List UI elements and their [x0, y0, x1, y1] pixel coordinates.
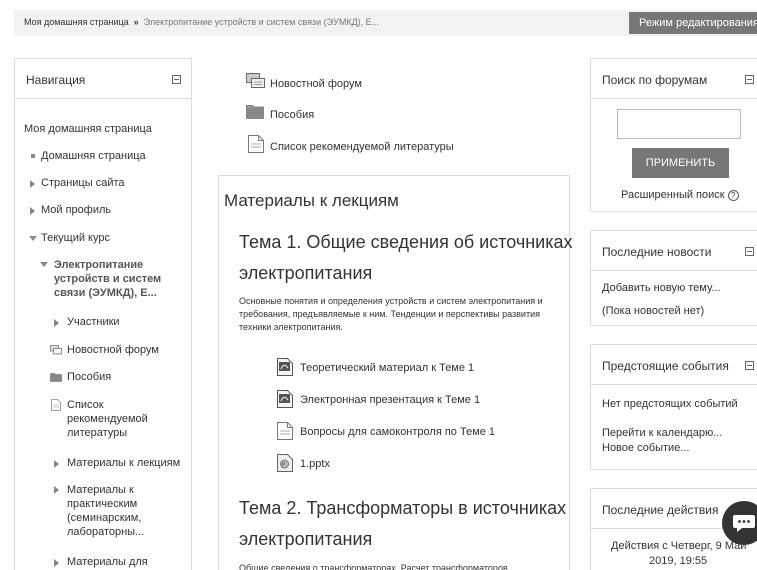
topic1-title-cont: электропитания — [239, 263, 373, 283]
add-news-topic-link[interactable]: Добавить новую тему... — [602, 282, 721, 294]
go-to-calendar-link[interactable]: Перейти к календарю... — [602, 427, 722, 439]
nav-course-name[interactable]: Электропитание устройств и систем связи … — [54, 258, 184, 300]
navigation-block: Навигация Моя домашняя страница Домашняя… — [14, 58, 192, 570]
collapse-icon[interactable] — [745, 361, 754, 370]
bullet-icon — [31, 154, 35, 158]
activity-since-text: Действия с Четверг, 9 Май — [611, 540, 747, 552]
latest-news-title: Последние новости — [602, 245, 712, 259]
svg-text:P: P — [282, 462, 285, 468]
folder-icon — [50, 373, 62, 382]
expand-icon[interactable] — [30, 207, 35, 215]
upcoming-events-title: Предстоящие события — [602, 359, 729, 373]
lecture-materials-section: Материалы к лекциям Тема 1. Общие сведен… — [218, 175, 573, 570]
pptx-icon: P — [277, 454, 293, 472]
navigation-title: Навигация — [26, 73, 86, 87]
nav-participants[interactable]: Участники — [67, 316, 120, 328]
topic2-title: Тема 2. Трансформаторы в источниках — [239, 498, 567, 518]
no-news-text: (Пока новостей нет) — [602, 305, 705, 317]
link-reading-list[interactable]: Список рекомендуемой литературы — [270, 141, 454, 153]
recent-activity-title: Последние действия — [602, 503, 719, 517]
breadcrumb: Моя домашняя страница » Электропитание уст… — [24, 17, 379, 27]
resource-pptx[interactable]: 1.pptx — [300, 458, 330, 470]
forum-search-block: Поиск по форумам ПРИМЕНИТЬ Расширенный п… — [590, 58, 757, 212]
expand-icon[interactable] — [30, 180, 35, 188]
nav-news-forum[interactable]: Новостной форум — [67, 344, 159, 356]
nav-my-home[interactable]: Моя домашняя страница — [24, 123, 152, 135]
upcoming-events-block: Предстоящие события Нет предстоящих собы… — [590, 344, 757, 470]
latest-news-header: Последние новости — [591, 231, 757, 271]
nav-my-profile[interactable]: Мой профиль — [41, 204, 111, 216]
pdf-icon — [277, 358, 293, 376]
collapse-icon[interactable] — [745, 247, 754, 256]
expand-icon[interactable] — [54, 319, 59, 327]
nav-current-course[interactable]: Текущий курс — [41, 232, 110, 244]
collapse-tree-icon[interactable] — [29, 236, 37, 241]
edit-mode-button[interactable]: Режим редактирования — [629, 12, 757, 34]
expand-icon[interactable] — [54, 486, 59, 494]
activity-since-date: 2019, 19:55 — [649, 555, 708, 567]
collapse-tree-icon[interactable] — [40, 262, 48, 267]
apply-button[interactable]: ПРИМЕНИТЬ — [632, 148, 729, 178]
top-bar: Моя домашняя страница » Электропитание уст… — [14, 10, 757, 36]
topic2-title-cont: электропитания — [239, 529, 373, 549]
topic2-description: Общие сведения о трансформаторах. Расчет… — [239, 563, 508, 570]
topic1-description: Основные понятия и определения устройств… — [239, 296, 543, 332]
upcoming-events-header: Предстоящие события — [591, 345, 757, 385]
collapse-icon[interactable] — [745, 75, 754, 84]
breadcrumb-separator: » — [133, 17, 139, 27]
advanced-search-link[interactable]: Расширенный поиск? — [621, 189, 739, 201]
page-icon — [51, 399, 61, 411]
new-event-link[interactable]: Новое событие... — [602, 442, 690, 454]
collapse-icon[interactable] — [172, 75, 181, 84]
nav-home-page[interactable]: Домашняя страница — [41, 150, 146, 162]
navigation-header: Навигация — [15, 59, 191, 99]
latest-news-block: Последние новости Добавить новую тему...… — [590, 230, 757, 326]
page-icon — [277, 422, 293, 440]
section-title: Материалы к лекциям — [224, 191, 399, 210]
expand-icon[interactable] — [54, 559, 59, 567]
no-events-text: Нет предстоящих событий — [602, 398, 738, 410]
link-news-forum[interactable]: Новостной форум — [270, 78, 362, 90]
nav-materials-for[interactable]: Материалы для — [67, 556, 148, 568]
forum-icon — [50, 345, 62, 355]
nav-lecture-materials[interactable]: Материалы к лекциям — [67, 457, 180, 469]
pdf-icon — [277, 390, 293, 408]
resource-theory[interactable]: Теоретический материал к Теме 1 — [300, 362, 474, 374]
forum-search-input[interactable] — [617, 109, 741, 139]
nav-site-pages[interactable]: Страницы сайта — [41, 177, 125, 189]
nav-reading-list[interactable]: Список рекомендуемой литературы — [67, 398, 185, 440]
resource-self-check[interactable]: Вопросы для самоконтроля по Теме 1 — [300, 426, 495, 438]
advanced-search-label[interactable]: Расширенный поиск — [621, 189, 725, 201]
breadcrumb-course[interactable]: Электропитание устройств и систем связи … — [144, 17, 380, 27]
link-manuals[interactable]: Пособия — [270, 109, 314, 121]
expand-icon[interactable] — [54, 460, 59, 468]
nav-manuals[interactable]: Пособия — [67, 371, 111, 383]
forum-icon — [246, 73, 265, 88]
forum-search-title: Поиск по форумам — [602, 73, 708, 87]
topic1-title: Тема 1. Общие сведения об источниках — [239, 232, 573, 252]
breadcrumb-home[interactable]: Моя домашняя страница — [24, 17, 129, 27]
folder-icon — [246, 105, 264, 119]
forum-search-header: Поиск по форумам — [591, 59, 757, 99]
nav-practical-materials[interactable]: Материалы к практическим (семинарским, л… — [67, 483, 185, 539]
page-icon — [248, 135, 264, 153]
chat-icon — [733, 515, 755, 532]
help-icon[interactable]: ? — [727, 189, 739, 201]
resource-presentation[interactable]: Электронная презентация к Теме 1 — [300, 394, 480, 406]
